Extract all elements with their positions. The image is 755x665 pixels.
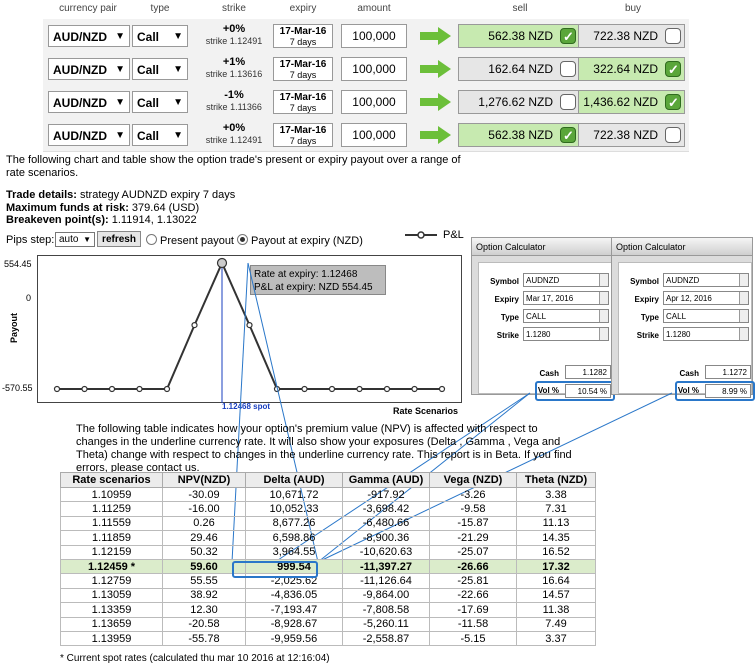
- table-row: 1.13659 -20.58 -8,928.67 -5,260.11 -11.58 7.4…: [60, 616, 596, 632]
- table-cell: -9,864.00: [342, 587, 430, 604]
- table-cell: 14.57: [516, 587, 596, 604]
- table-cell: 7.31: [516, 501, 596, 517]
- column-header: Gamma (AUD): [342, 472, 430, 488]
- scenario-table: Rate scenarios NPV(NZD) Delta (AUD) Gamma (…: [60, 472, 596, 647]
- table-row: 1.12759 55.55 -2,025.62 -11,126.64 -25.81 16.…: [60, 573, 596, 589]
- table-cell: 11.13: [516, 515, 596, 532]
- table-cell: -3,698.42: [342, 501, 430, 517]
- table-row: 1.12159 50.32 3,964.55 -10,620.63 -25.07 16.5…: [60, 544, 596, 560]
- table-cell: -21.29: [429, 530, 517, 546]
- table-cell: 16.52: [516, 544, 596, 560]
- table-cell: -9,959.56: [245, 630, 343, 647]
- table-cell: 10,052.33: [245, 501, 343, 517]
- table-cell: 7.49: [516, 616, 596, 632]
- table-cell: -7,193.47: [245, 602, 343, 618]
- table-cell: -22.66: [429, 587, 517, 604]
- table-cell: -17.69: [429, 602, 517, 618]
- table-cell: -6,480.66: [342, 515, 430, 532]
- table-cell: -9.58: [429, 501, 517, 517]
- table-cell: 1.12759: [60, 573, 163, 589]
- table-cell: -917.92: [342, 486, 430, 503]
- table-cell: 1.13659: [60, 616, 163, 632]
- column-header: Rate scenarios: [60, 472, 163, 488]
- table-cell: 38.92: [162, 587, 246, 604]
- table-cell: -4,836.05: [245, 587, 343, 604]
- table-cell: -11,397.27: [342, 558, 430, 575]
- table-cell: 3,964.55: [245, 544, 343, 560]
- table-cell: 10,671.72: [245, 486, 343, 503]
- table-cell: -5.15: [429, 630, 517, 647]
- table-cell: 1.13359: [60, 602, 163, 618]
- table-cell: -25.81: [429, 573, 517, 589]
- table-cell: 12.30: [162, 602, 246, 618]
- delta-highlight-box: [232, 561, 318, 578]
- table-cell: 3.38: [516, 486, 596, 503]
- table-cell: 1.11559: [60, 515, 163, 532]
- table-cell: -25.07: [429, 544, 517, 560]
- column-header: Delta (AUD): [245, 472, 343, 488]
- table-row: 1.13359 12.30 -7,193.47 -7,808.58 -17.69 11.3…: [60, 602, 596, 618]
- table-cell: 1.10959: [60, 486, 163, 503]
- table-row: 1.11559 0.26 8,677.26 -6,480.66 -15.87 11.13: [60, 515, 596, 532]
- table-row: 1.11859 29.46 6,598.86 -8,900.36 -21.29 14.35: [60, 530, 596, 546]
- table-cell: -8,928.67: [245, 616, 343, 632]
- table-cell: 6,598.86: [245, 530, 343, 546]
- table-cell: 1.11259: [60, 501, 163, 517]
- table-cell: 14.35: [516, 530, 596, 546]
- column-header: Vega (NZD): [429, 472, 517, 488]
- table-row: 1.10959 -30.09 10,671.72 -917.92 -3.26 3.38: [60, 486, 596, 503]
- table-cell: -26.66: [429, 558, 517, 575]
- table-cell: 50.32: [162, 544, 246, 560]
- table-cell: 16.64: [516, 573, 596, 589]
- table-cell: 1.13059: [60, 587, 163, 604]
- footnote: * Current spot rates (calculated thu mar…: [60, 653, 330, 664]
- table-cell: -20.58: [162, 616, 246, 632]
- table-cell: 1.11859: [60, 530, 163, 546]
- table-cell: -5,260.11: [342, 616, 430, 632]
- npv-description: The following table indicates how your o…: [76, 423, 572, 474]
- table-cell: -15.87: [429, 515, 517, 532]
- table-cell: 3.37: [516, 630, 596, 647]
- table-cell: -8,900.36: [342, 530, 430, 546]
- table-cell: 11.38: [516, 602, 596, 618]
- table-row: 1.12459 * 59.60 999.54 -11,397.27 -26.66 17.3…: [60, 558, 596, 575]
- table-cell: 17.32: [516, 558, 596, 575]
- table-row: 1.11259 -16.00 10,052.33 -3,698.42 -9.58 7.31: [60, 501, 596, 517]
- table-cell: -55.78: [162, 630, 246, 647]
- table-cell: -3.26: [429, 486, 517, 503]
- table-cell: 8,677.26: [245, 515, 343, 532]
- table-row: 1.13959 -55.78 -9,959.56 -2,558.87 -5.15 3.37: [60, 630, 596, 647]
- table-cell: -30.09: [162, 486, 246, 503]
- table-cell: 0.26: [162, 515, 246, 532]
- column-header: Theta (NZD): [516, 472, 596, 488]
- table-row: 1.13059 38.92 -4,836.05 -9,864.00 -22.66 14.5…: [60, 587, 596, 604]
- table-cell: 29.46: [162, 530, 246, 546]
- table-cell: 1.12459 *: [60, 558, 163, 575]
- column-header: NPV(NZD): [162, 472, 246, 488]
- table-cell: -7,808.58: [342, 602, 430, 618]
- table-cell: -16.00: [162, 501, 246, 517]
- table-cell: 1.12159: [60, 544, 163, 560]
- table-cell: -2,558.87: [342, 630, 430, 647]
- table-cell: -11.58: [429, 616, 517, 632]
- table-cell: -10,620.63: [342, 544, 430, 560]
- table-cell: -11,126.64: [342, 573, 430, 589]
- table-cell: 1.13959: [60, 630, 163, 647]
